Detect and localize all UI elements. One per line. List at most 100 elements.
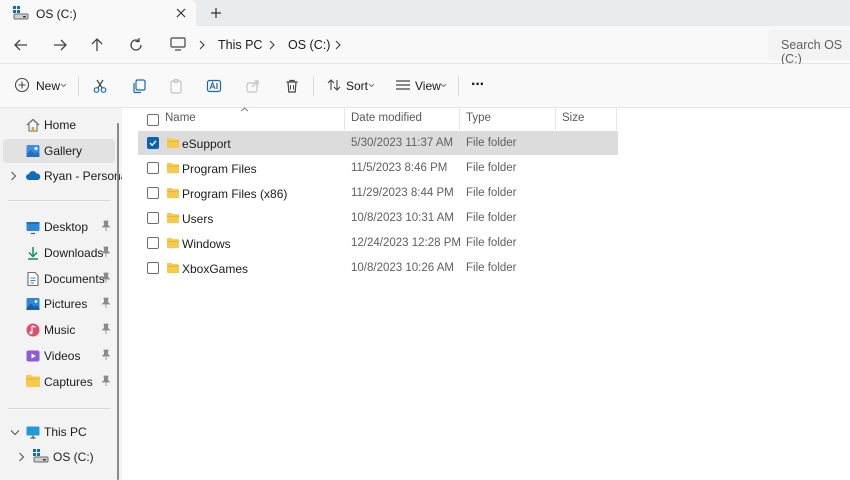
download-icon bbox=[25, 245, 41, 261]
breadcrumb-this-pc[interactable]: This PC bbox=[218, 38, 262, 52]
more-options-button[interactable]: ··· bbox=[471, 76, 485, 98]
chevron-down-icon bbox=[60, 83, 67, 88]
column-header-row: Name Date modified Type Size bbox=[122, 107, 850, 130]
sidebar-item-this-pc[interactable]: This PC bbox=[3, 420, 115, 444]
search-placeholder: Search OS (C:) bbox=[781, 38, 843, 66]
delete-icon[interactable] bbox=[284, 78, 300, 100]
table-row[interactable]: Windows 12/24/2023 12:28 PM File folder bbox=[138, 231, 618, 255]
tab-os-c[interactable]: OS (C:) bbox=[0, 0, 196, 27]
sidebar-item-captures[interactable]: Captures bbox=[3, 370, 115, 394]
breadcrumb[interactable]: This PC OS (C:) bbox=[164, 30, 758, 60]
chevron-right-icon[interactable] bbox=[18, 452, 25, 462]
row-checkbox[interactable] bbox=[147, 187, 159, 199]
monitor-icon bbox=[25, 424, 41, 440]
table-row[interactable]: eSupport 5/30/2023 11:37 AM File folder bbox=[138, 131, 618, 155]
chevron-right-icon[interactable] bbox=[198, 40, 206, 50]
row-checkbox[interactable] bbox=[147, 212, 159, 224]
pin-icon[interactable] bbox=[101, 297, 111, 309]
chevron-down-icon bbox=[368, 83, 375, 88]
address-bar: This PC OS (C:) Search OS (C:) bbox=[0, 26, 850, 66]
folder-icon bbox=[166, 187, 180, 199]
row-checkbox[interactable] bbox=[147, 237, 159, 249]
row-checkbox[interactable] bbox=[147, 162, 159, 174]
tab-title: OS (C:) bbox=[36, 7, 77, 21]
view-button[interactable]: View bbox=[395, 75, 447, 97]
sidebar-item-music[interactable]: Music bbox=[3, 318, 115, 342]
column-header-type[interactable]: Type bbox=[466, 112, 491, 124]
column-divider[interactable] bbox=[555, 108, 556, 130]
back-arrow-icon[interactable] bbox=[12, 36, 30, 54]
sidebar-item-label: Music bbox=[44, 323, 76, 337]
sidebar-item-downloads[interactable]: Downloads bbox=[3, 241, 115, 265]
sidebar-item-label: Videos bbox=[44, 349, 81, 363]
file-date: 5/30/2023 11:37 AM bbox=[351, 137, 454, 149]
column-divider[interactable] bbox=[344, 108, 345, 130]
list-view-icon bbox=[395, 78, 411, 92]
file-type: File folder bbox=[466, 187, 517, 199]
sidebar-item-onedrive[interactable]: Ryan - Personal bbox=[3, 164, 130, 188]
file-list: Name Date modified Type Size eSupport 5/… bbox=[122, 107, 850, 480]
column-divider[interactable] bbox=[616, 108, 617, 130]
pin-icon[interactable] bbox=[101, 246, 111, 258]
file-type: File folder bbox=[466, 237, 517, 249]
table-row[interactable]: Users 10/8/2023 10:31 AM File folder bbox=[138, 206, 618, 230]
monitor-icon[interactable] bbox=[170, 37, 186, 51]
sidebar-item-desktop[interactable]: Desktop bbox=[3, 215, 115, 239]
up-arrow-icon[interactable] bbox=[88, 36, 106, 54]
video-icon bbox=[25, 348, 41, 364]
new-tab-icon[interactable] bbox=[209, 6, 223, 20]
sidebar-item-home[interactable]: Home bbox=[3, 113, 115, 137]
divider bbox=[313, 76, 314, 96]
file-name: Windows bbox=[182, 237, 231, 251]
breadcrumb-os-c[interactable]: OS (C:) bbox=[288, 38, 330, 52]
column-header-size[interactable]: Size bbox=[562, 112, 584, 124]
paste-icon[interactable] bbox=[168, 78, 184, 100]
chevron-right-icon[interactable] bbox=[10, 171, 17, 181]
column-header-name[interactable]: Name bbox=[165, 112, 196, 124]
view-label: View bbox=[415, 79, 441, 93]
rename-icon[interactable] bbox=[206, 78, 222, 100]
pin-icon[interactable] bbox=[101, 272, 111, 284]
folder-icon bbox=[166, 237, 180, 249]
pin-icon[interactable] bbox=[101, 349, 111, 361]
chevron-right-icon[interactable] bbox=[268, 40, 276, 50]
chevron-right-icon[interactable] bbox=[334, 40, 342, 50]
share-icon[interactable] bbox=[245, 78, 261, 100]
column-header-date[interactable]: Date modified bbox=[351, 112, 422, 124]
sort-button[interactable]: Sort bbox=[326, 75, 376, 97]
row-checkbox[interactable] bbox=[147, 262, 159, 274]
forward-arrow-icon[interactable] bbox=[51, 36, 69, 54]
copy-icon[interactable] bbox=[131, 78, 147, 100]
sidebar-item-os-c[interactable]: OS (C:) bbox=[3, 445, 115, 469]
pin-icon[interactable] bbox=[101, 220, 111, 232]
sidebar-item-label: Desktop bbox=[44, 220, 89, 234]
sidebar-item-documents[interactable]: Documents bbox=[3, 267, 115, 291]
table-row[interactable]: XboxGames 10/8/2023 10:26 AM File folder bbox=[138, 256, 618, 280]
row-checkbox[interactable] bbox=[147, 137, 159, 149]
table-row[interactable]: Program Files (x86) 11/29/2023 8:44 PM F… bbox=[138, 181, 618, 205]
column-divider[interactable] bbox=[459, 108, 460, 130]
select-all-checkbox[interactable] bbox=[147, 114, 159, 126]
pin-icon[interactable] bbox=[101, 323, 111, 335]
search-input[interactable]: Search OS (C:) bbox=[768, 30, 850, 66]
sidebar-item-label: This PC bbox=[44, 425, 87, 439]
drive-icon bbox=[33, 449, 49, 463]
table-row[interactable]: Program Files 11/5/2023 8:46 PM File fol… bbox=[138, 156, 618, 180]
file-type: File folder bbox=[466, 262, 517, 274]
refresh-icon[interactable] bbox=[127, 36, 145, 54]
sidebar-item-pictures[interactable]: Pictures bbox=[3, 292, 115, 316]
new-button[interactable]: New bbox=[14, 75, 68, 97]
close-icon[interactable] bbox=[174, 6, 188, 20]
chevron-down-icon[interactable] bbox=[10, 429, 20, 436]
divider bbox=[78, 76, 79, 96]
sidebar-item-label: Downloads bbox=[44, 246, 104, 260]
file-name: eSupport bbox=[182, 137, 231, 151]
divider bbox=[8, 408, 110, 409]
sidebar-item-gallery[interactable]: Gallery bbox=[3, 139, 115, 163]
cut-icon[interactable] bbox=[92, 78, 108, 100]
sidebar-item-videos[interactable]: Videos bbox=[3, 344, 115, 368]
new-label: New bbox=[36, 79, 61, 93]
pin-icon[interactable] bbox=[101, 375, 111, 387]
folder-icon bbox=[166, 137, 180, 149]
sidebar-scrollbar[interactable] bbox=[117, 123, 119, 480]
